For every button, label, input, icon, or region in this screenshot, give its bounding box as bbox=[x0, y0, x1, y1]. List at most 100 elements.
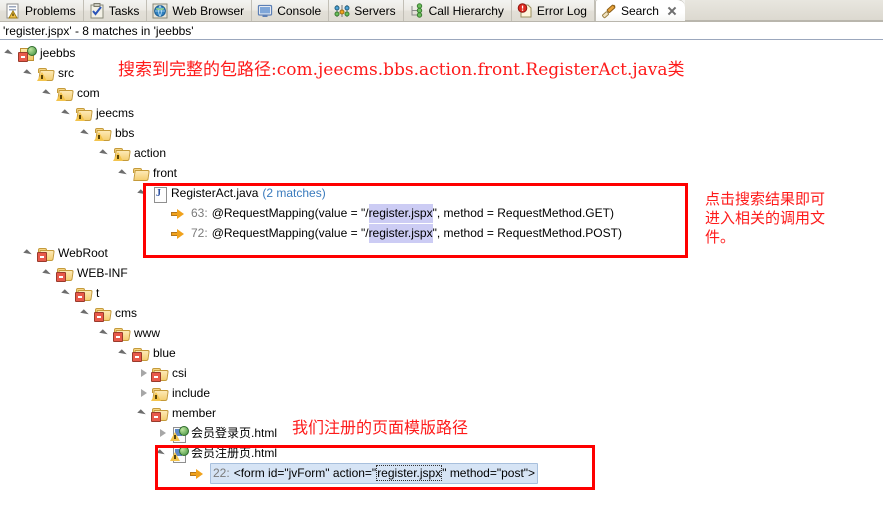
folder-icon bbox=[37, 66, 55, 82]
tree-row-label: action bbox=[134, 146, 167, 160]
match-count-badge: (2 matches) bbox=[262, 186, 326, 200]
folder-icon bbox=[56, 266, 74, 282]
tree-row-webroot[interactable]: WebRoot bbox=[24, 244, 108, 263]
tree-row-bbs[interactable]: bbs bbox=[81, 124, 134, 143]
tree-row-cms[interactable]: cms bbox=[81, 304, 137, 323]
tree-row-action[interactable]: action bbox=[100, 144, 166, 163]
tree-row-label: 会员登录页.html bbox=[191, 426, 278, 440]
expand-arrow-open[interactable] bbox=[157, 448, 168, 459]
tab-label: Console bbox=[277, 3, 322, 18]
tree-row-label: com bbox=[77, 86, 100, 100]
match-line-number: 72: bbox=[191, 226, 208, 240]
tab-call-hierarchy[interactable]: Call Hierarchy bbox=[404, 0, 512, 21]
expand-arrow-closed[interactable] bbox=[138, 388, 149, 399]
expand-arrow-open[interactable] bbox=[43, 88, 54, 99]
tree-row-jeecms[interactable]: jeecms bbox=[62, 104, 134, 123]
call-hierarchy-icon bbox=[409, 2, 425, 19]
tree-row-label: cms bbox=[115, 306, 137, 320]
close-icon[interactable] bbox=[666, 5, 678, 17]
expand-arrow-open[interactable] bbox=[62, 288, 73, 299]
expand-arrow-open[interactable] bbox=[43, 268, 54, 279]
tree-row-login-html[interactable]: 会员登录页.html bbox=[157, 424, 277, 443]
tree-row-jeebbs[interactable]: jeebbs bbox=[5, 44, 75, 63]
tree-row-label: WebRoot bbox=[58, 246, 108, 260]
expand-arrow-open[interactable] bbox=[81, 128, 92, 139]
tab-console[interactable]: Console bbox=[252, 0, 330, 21]
match-line-number: 63: bbox=[191, 206, 208, 220]
match-text-pre: @RequestMapping(value = "/ bbox=[211, 226, 369, 240]
tab-search[interactable]: Search bbox=[594, 0, 685, 21]
tree-row-match63[interactable]: 63: @RequestMapping(value = "/register.js… bbox=[157, 204, 614, 223]
tab-label: Web Browser bbox=[172, 3, 245, 18]
tab-label: Tasks bbox=[108, 3, 140, 18]
expand-arrow-open[interactable] bbox=[24, 68, 35, 79]
tree-row-match22[interactable]: 22: <form id="jvForm" action="register.js… bbox=[176, 463, 539, 484]
tree-row-label: include bbox=[172, 386, 211, 400]
web-browser-icon bbox=[152, 3, 168, 19]
tree-row-csi[interactable]: csi bbox=[138, 364, 187, 383]
tree-row-webinf[interactable]: WEB-INF bbox=[43, 264, 128, 283]
tree-row-registeract[interactable]: J RegisterAct.java (2 matches) bbox=[138, 184, 326, 203]
annotation-click-result: 点击搜索结果即可 进入相关的调用文 件。 bbox=[705, 190, 826, 246]
match-line-number: 22: bbox=[213, 466, 230, 480]
tree-row-com[interactable]: com bbox=[43, 84, 100, 103]
expand-arrow-open[interactable] bbox=[100, 148, 111, 159]
folder-icon bbox=[132, 346, 150, 362]
search-results-tree[interactable]: jeebbs src com jeecms bbs action front J Registe… bbox=[0, 41, 883, 523]
tab-web-browser[interactable]: Web Browser bbox=[147, 0, 253, 21]
tab-problems[interactable]: Problems bbox=[0, 0, 84, 21]
expand-arrow-open[interactable] bbox=[24, 248, 35, 259]
tab-label: Problems bbox=[25, 3, 76, 18]
tab-tasks[interactable]: Tasks bbox=[84, 0, 148, 21]
expand-arrow-open[interactable] bbox=[5, 48, 16, 59]
java-file-icon: J bbox=[151, 186, 167, 203]
folder-icon bbox=[37, 246, 55, 262]
expand-arrow-open[interactable] bbox=[119, 348, 130, 359]
tree-row-label: www bbox=[134, 326, 160, 340]
match-keyword: register.jspx bbox=[376, 465, 443, 481]
expand-arrow-open[interactable] bbox=[100, 328, 111, 339]
folder-icon bbox=[75, 106, 93, 122]
selected-match-row[interactable]: 22: <form id="jvForm" action="register.js… bbox=[210, 463, 539, 484]
tree-row-match72[interactable]: 72: @RequestMapping(value = "/register.js… bbox=[157, 224, 622, 243]
folder-icon bbox=[132, 166, 150, 182]
folder-icon bbox=[113, 146, 131, 162]
tree-row-member[interactable]: member bbox=[138, 404, 216, 423]
tree-row-www[interactable]: www bbox=[100, 324, 160, 343]
match-text-pre: @RequestMapping(value = "/ bbox=[211, 206, 369, 220]
expand-arrow-open[interactable] bbox=[81, 308, 92, 319]
expand-arrow-open[interactable] bbox=[119, 168, 130, 179]
tree-row-label: jeecms bbox=[96, 106, 135, 120]
match-arrow-icon bbox=[170, 226, 186, 242]
tree-row-label: 会员注册页.html bbox=[191, 446, 278, 460]
expand-arrow-open[interactable] bbox=[138, 408, 149, 419]
tree-row-src[interactable]: src bbox=[24, 64, 74, 83]
match-text-post: ", method = RequestMethod.POST) bbox=[432, 226, 622, 240]
problems-icon bbox=[5, 3, 21, 19]
expand-arrow-closed[interactable] bbox=[157, 428, 168, 439]
expand-arrow-closed[interactable] bbox=[138, 368, 149, 379]
search-icon bbox=[601, 3, 617, 19]
tasks-icon bbox=[89, 2, 105, 19]
tab-label: Servers bbox=[354, 3, 396, 18]
tab-label: Call Hierarchy bbox=[428, 3, 504, 18]
project-icon bbox=[18, 45, 37, 62]
folder-icon bbox=[94, 306, 112, 322]
tab-label: Error Log bbox=[536, 3, 587, 18]
match-keyword: register.jspx bbox=[368, 224, 433, 243]
tree-row-t[interactable]: t bbox=[62, 284, 99, 303]
tab-label: Search bbox=[620, 3, 659, 18]
tree-row-label: csi bbox=[172, 366, 187, 380]
tab-servers[interactable]: Servers bbox=[329, 0, 404, 21]
tree-row-include[interactable]: include bbox=[138, 384, 210, 403]
tree-row-front[interactable]: front bbox=[119, 164, 177, 183]
expand-arrow-open[interactable] bbox=[138, 188, 149, 199]
tree-row-reg-html[interactable]: 会员注册页.html bbox=[157, 444, 277, 463]
tree-row-label: src bbox=[58, 66, 74, 80]
folder-icon bbox=[94, 126, 112, 142]
match-text-pre: <form id="jvForm" action=" bbox=[233, 466, 377, 480]
tree-row-blue[interactable]: blue bbox=[119, 344, 176, 363]
tab-error-log[interactable]: Error Log bbox=[512, 0, 595, 21]
tab-bar-filler bbox=[684, 0, 883, 21]
expand-arrow-open[interactable] bbox=[62, 108, 73, 119]
